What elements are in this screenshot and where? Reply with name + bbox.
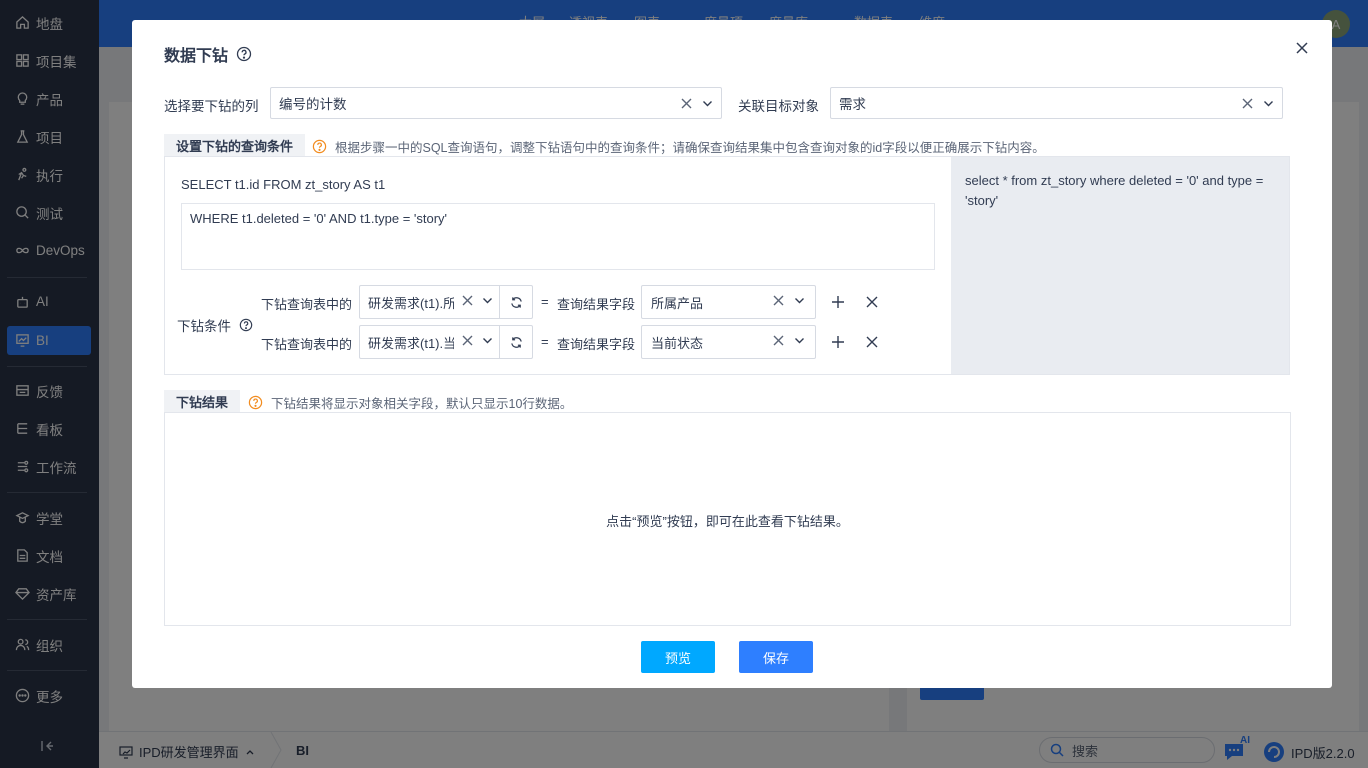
column-select[interactable]: 编号的计数	[270, 87, 722, 119]
condition-prefix: 下钻查询表中的	[261, 297, 353, 312]
column-select-value: 编号的计数	[279, 97, 347, 112]
field-select[interactable]: 研发需求(t1).当前状态	[359, 325, 533, 359]
query-hint-text: 根据步骤一中的SQL查询语句，调整下钻语句中的查询条件；请确保查询结果集中包含查…	[335, 141, 1045, 155]
add-condition-icon[interactable]	[831, 335, 845, 349]
result-field-select[interactable]: 当前状态	[641, 325, 816, 359]
sql-where-textarea[interactable]: WHERE t1.deleted = '0' AND t1.type = 'st…	[181, 203, 935, 270]
target-select-value: 需求	[839, 97, 866, 112]
clear-icon[interactable]	[462, 295, 476, 309]
drilldown-dialog: 数据下钻 选择要下钻的列 编号的计数 关联目标对象 需求 设置下钻的查询条件 根…	[132, 20, 1332, 688]
result-field-value: 当前状态	[651, 335, 704, 351]
target-select[interactable]: 需求	[830, 87, 1283, 119]
query-hint: 根据步骤一中的SQL查询语句，调整下钻语句中的查询条件；请确保查询结果集中包含查…	[312, 137, 1045, 156]
equals-sign: =	[541, 294, 549, 309]
chevron-down-icon[interactable]	[1261, 96, 1275, 110]
condition-row: 下钻查询表中的 研发需求(t1).所属产品 = 查询结果字段 所属产品	[261, 285, 941, 319]
chevron-down-icon[interactable]	[482, 335, 496, 349]
result-panel: 点击“预览”按钮，即可在此查看下钻结果。	[164, 412, 1291, 626]
sql-reference-panel: select * from zt_story where deleted = '…	[951, 157, 1289, 374]
query-panel: SELECT t1.id FROM zt_story AS t1 WHERE t…	[164, 156, 1290, 375]
result-hint-text: 下钻结果将显示对象相关字段，默认只显示10行数据。	[271, 397, 573, 411]
sql-select-text: SELECT t1.id FROM zt_story AS t1	[181, 177, 386, 192]
condition-label-text: 下钻条件	[177, 319, 231, 334]
preview-button[interactable]: 预览	[641, 641, 715, 673]
field-select-value: 研发需求(t1).所属产品	[368, 295, 454, 311]
clear-icon[interactable]	[773, 295, 787, 309]
clear-icon[interactable]	[679, 96, 693, 110]
close-icon[interactable]	[1294, 40, 1310, 56]
help-icon[interactable]	[236, 46, 252, 62]
save-button[interactable]: 保存	[739, 641, 813, 673]
chevron-down-icon[interactable]	[482, 295, 496, 309]
target-label: 关联目标对象	[738, 99, 819, 114]
result-hint: 下钻结果将显示对象相关字段，默认只显示10行数据。	[248, 393, 572, 412]
help-icon[interactable]	[239, 318, 253, 332]
chevron-down-icon[interactable]	[794, 335, 808, 349]
result-field-select[interactable]: 所属产品	[641, 285, 816, 319]
condition-mid: 查询结果字段	[557, 297, 636, 312]
remove-condition-icon[interactable]	[865, 335, 879, 349]
condition-label: 下钻条件	[177, 315, 253, 335]
refresh-icon[interactable]	[499, 326, 532, 358]
query-condition-tab: 设置下钻的查询条件	[164, 134, 306, 156]
question-icon	[312, 139, 327, 154]
sql-reference-text: select * from zt_story where deleted = '…	[965, 173, 1264, 208]
question-icon	[248, 395, 263, 410]
column-label: 选择要下钻的列	[164, 99, 259, 114]
chevron-down-icon[interactable]	[794, 295, 808, 309]
chevron-down-icon[interactable]	[700, 96, 714, 110]
condition-mid: 查询结果字段	[557, 337, 636, 352]
result-field-value: 所属产品	[651, 295, 704, 311]
clear-icon[interactable]	[462, 335, 476, 349]
field-select[interactable]: 研发需求(t1).所属产品	[359, 285, 533, 319]
clear-icon[interactable]	[773, 335, 787, 349]
dialog-title: 数据下钻	[164, 42, 252, 66]
condition-row: 下钻查询表中的 研发需求(t1).当前状态 = 查询结果字段 当前状态	[261, 325, 941, 359]
refresh-icon[interactable]	[499, 286, 532, 318]
result-empty-text: 点击“预览”按钮，即可在此查看下钻结果。	[606, 514, 849, 529]
add-condition-icon[interactable]	[831, 295, 845, 309]
condition-prefix: 下钻查询表中的	[261, 337, 353, 352]
result-tab: 下钻结果	[164, 390, 241, 412]
equals-sign: =	[541, 334, 549, 349]
clear-icon[interactable]	[1240, 96, 1254, 110]
remove-condition-icon[interactable]	[865, 295, 879, 309]
dialog-title-text: 数据下钻	[164, 48, 229, 65]
field-select-value: 研发需求(t1).当前状态	[368, 335, 454, 351]
